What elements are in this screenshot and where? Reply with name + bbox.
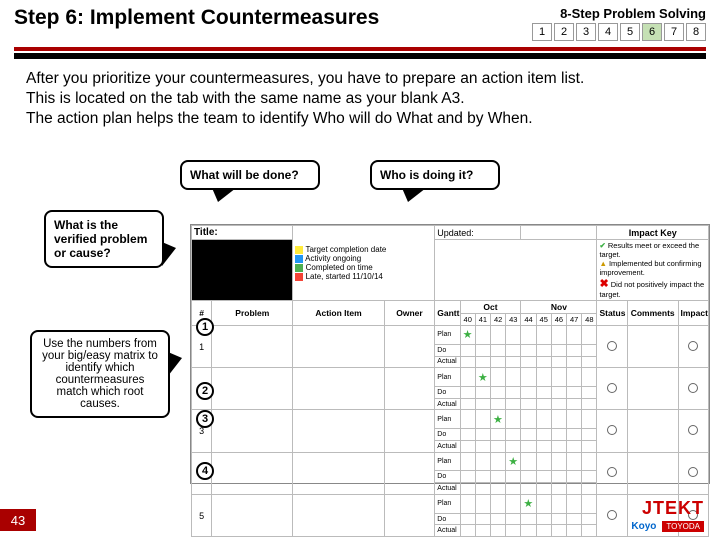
callout-what-done: What will be done? <box>180 160 320 190</box>
slide-header: Step 6: Implement Countermeasures 8-Step… <box>0 0 720 41</box>
action-plan-sheet: Title: Target completion date Activity o… <box>190 224 710 484</box>
step-6: 6 <box>642 23 662 41</box>
col-action: Action Item <box>293 301 384 326</box>
black-block <box>192 240 293 301</box>
step-3: 3 <box>576 23 596 41</box>
slide-footer: 43 <box>0 500 720 540</box>
col-nov: Nov <box>521 301 597 314</box>
page-number: 43 <box>0 509 36 531</box>
circled-2: 2 <box>196 382 214 400</box>
body-line-2: This is located on the tab with the same… <box>26 89 694 109</box>
body-line-3: The action plan helps the team to identi… <box>26 109 694 129</box>
step-7: 7 <box>664 23 684 41</box>
callout-verified-problem: What is the verified problem or cause? <box>44 210 164 268</box>
col-impact: Impact <box>678 301 708 326</box>
legend-box: Target completion date Activity ongoing … <box>293 226 435 301</box>
body-text: After you prioritize your countermeasure… <box>0 69 720 129</box>
step-5: 5 <box>620 23 640 41</box>
step-2: 2 <box>554 23 574 41</box>
logo-block: JTEKT Koyo TOYODA <box>631 498 704 532</box>
koyo-logo: Koyo <box>631 521 656 532</box>
eightstep-label: 8-Step Problem Solving <box>532 6 706 21</box>
slide-title: Step 6: Implement Countermeasures <box>14 6 532 30</box>
circled-1: 1 <box>196 318 214 336</box>
step-indicator: 12345678 <box>532 23 706 41</box>
circled-4: 4 <box>196 462 214 480</box>
body-line-1: After you prioritize your countermeasure… <box>26 69 694 89</box>
updated-label: Updated: <box>435 226 521 240</box>
eightstep-block: 8-Step Problem Solving 12345678 <box>532 6 706 41</box>
col-status: Status <box>597 301 627 326</box>
accent-bar-red <box>14 47 706 51</box>
action-plan-table: Title: Target completion date Activity o… <box>191 225 709 537</box>
callout-use-numbers: Use the numbers from your big/easy matri… <box>30 330 170 418</box>
step-1: 1 <box>532 23 552 41</box>
step-8: 8 <box>686 23 706 41</box>
impact-key-label: Impact Key <box>597 226 709 240</box>
col-problem: Problem <box>212 301 293 326</box>
col-owner: Owner <box>384 301 435 326</box>
accent-bar-black <box>14 53 706 59</box>
circled-3: 3 <box>196 410 214 428</box>
callout-who-doing: Who is doing it? <box>370 160 500 190</box>
jtekt-logo: JTEKT <box>642 498 704 519</box>
col-comments: Comments <box>627 301 678 326</box>
toyoda-logo: TOYODA <box>662 521 704 532</box>
col-oct: Oct <box>460 301 521 314</box>
title-label: Title: <box>192 226 293 240</box>
step-4: 4 <box>598 23 618 41</box>
impact-legend: ✔ Results meet or exceed the target. ▲ I… <box>597 240 709 301</box>
col-gantt: Gantt <box>435 301 460 326</box>
